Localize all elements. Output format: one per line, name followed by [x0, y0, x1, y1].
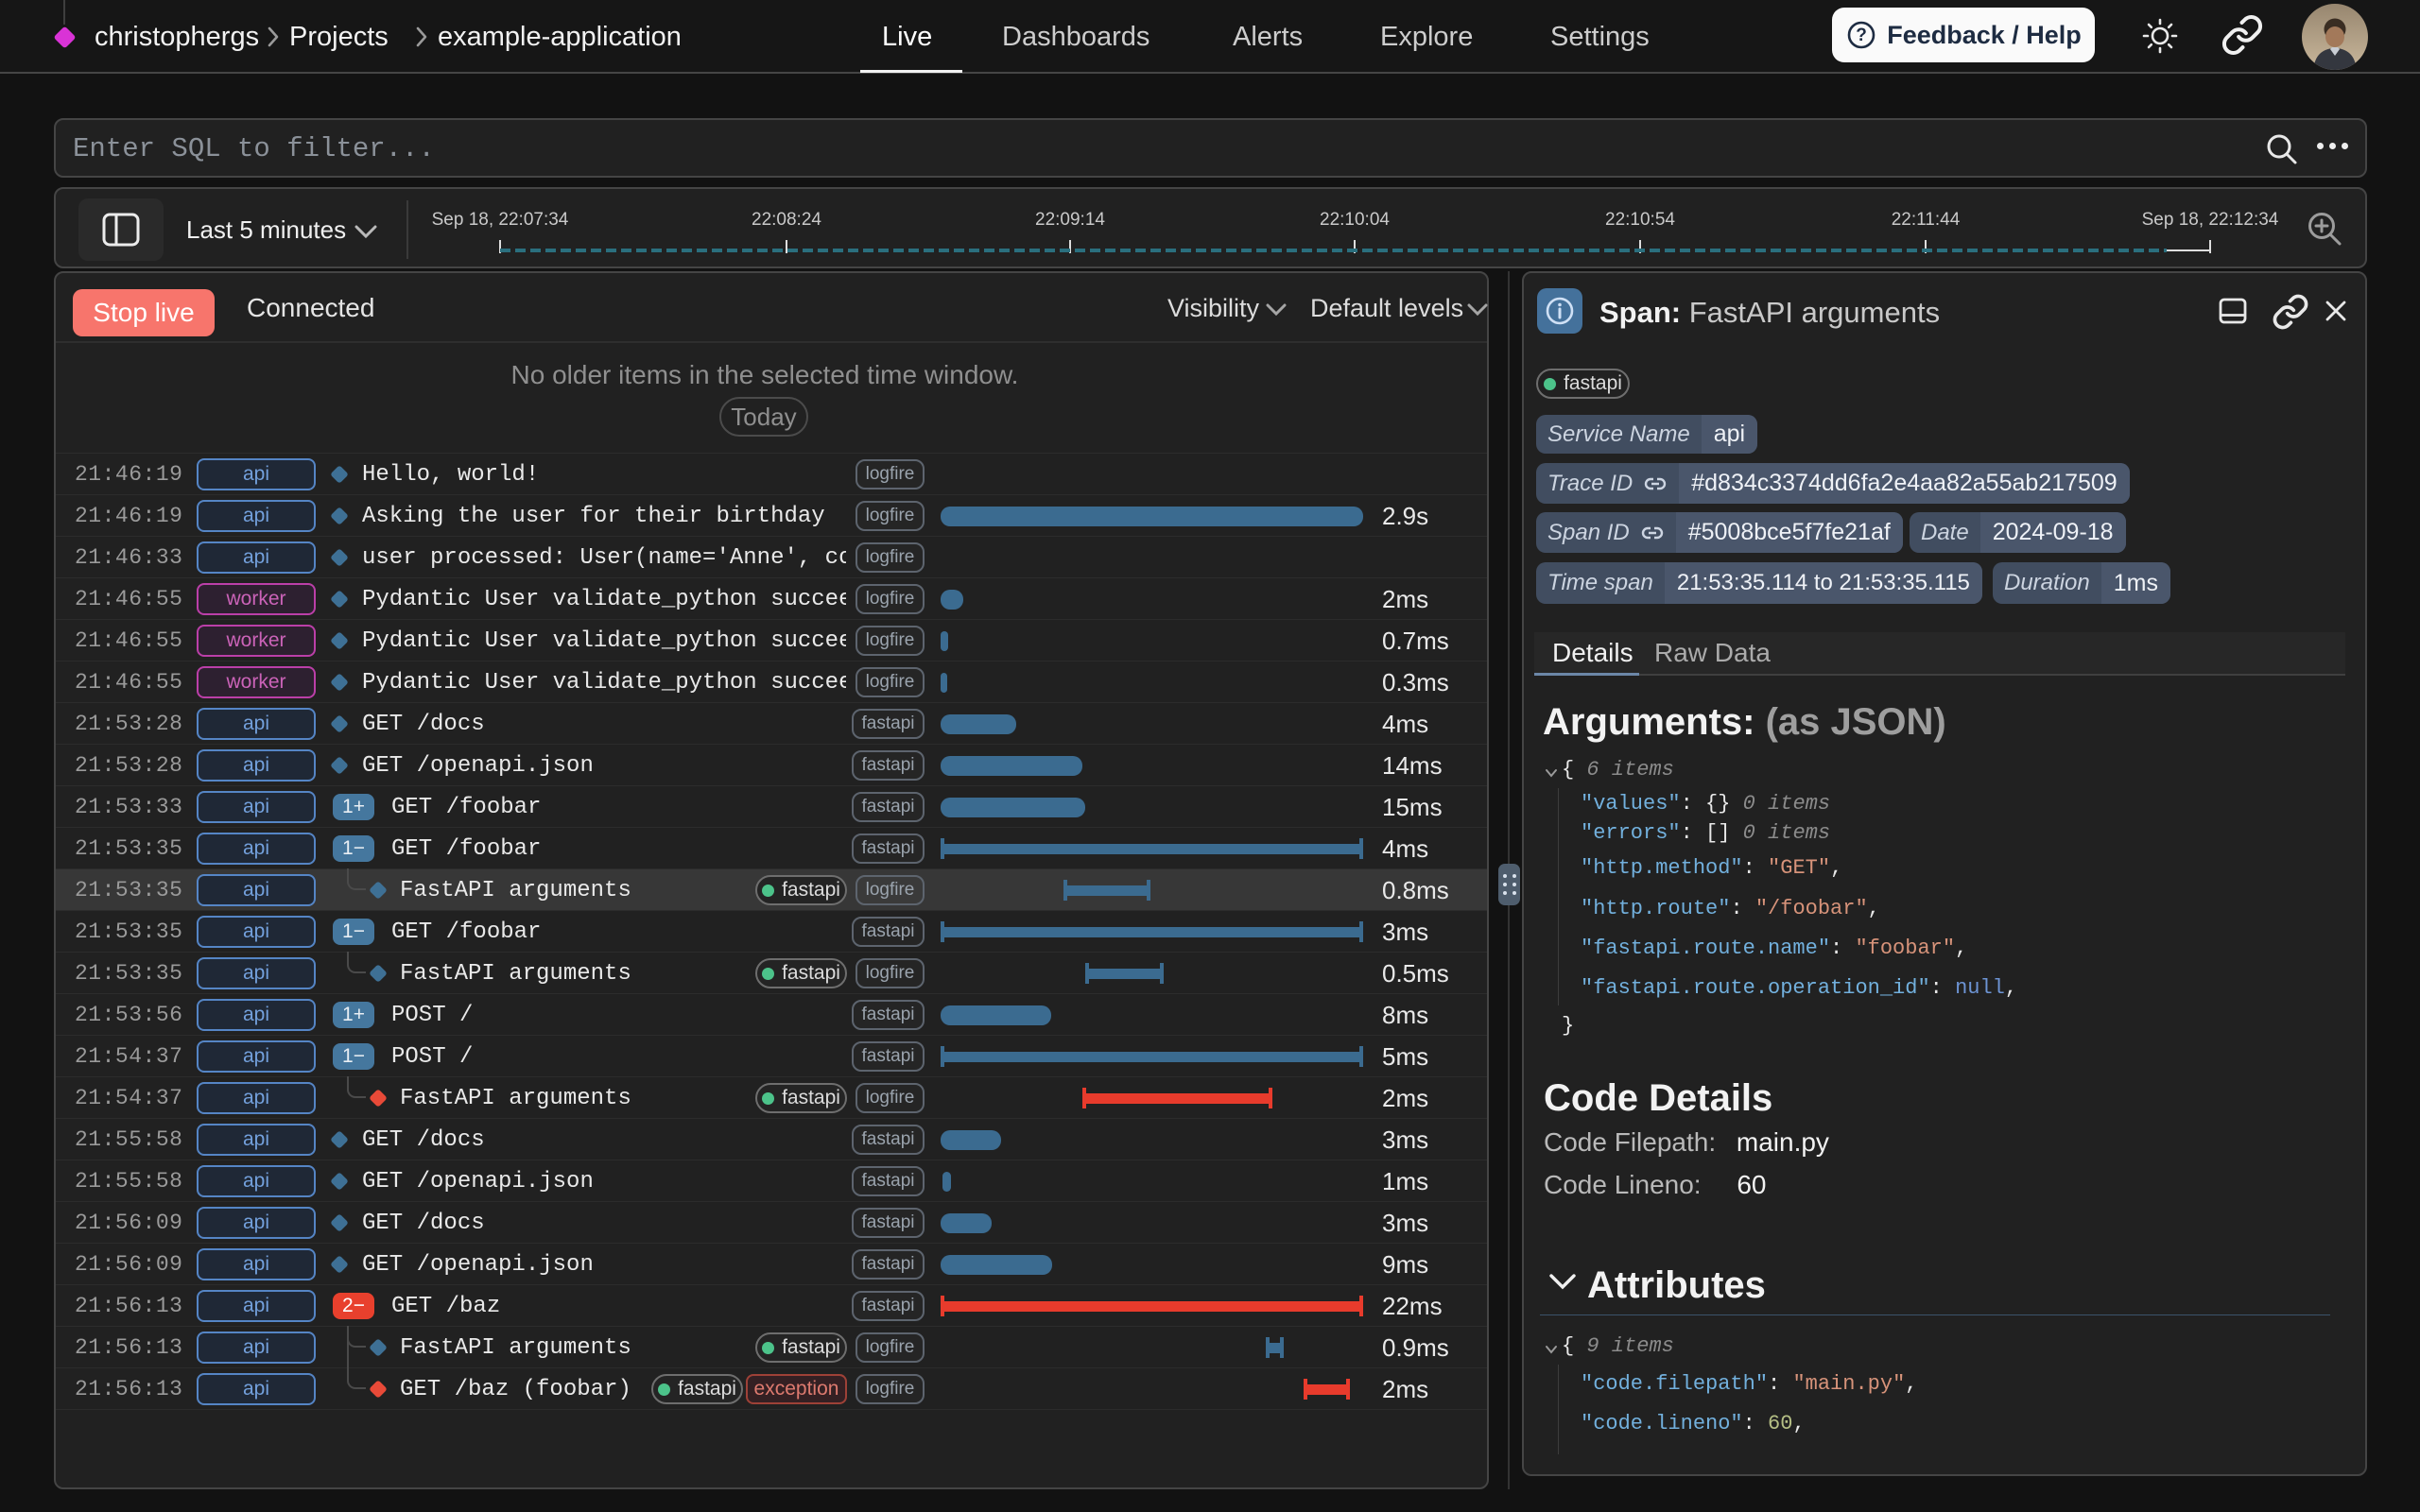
- svg-text:?: ?: [1856, 26, 1867, 45]
